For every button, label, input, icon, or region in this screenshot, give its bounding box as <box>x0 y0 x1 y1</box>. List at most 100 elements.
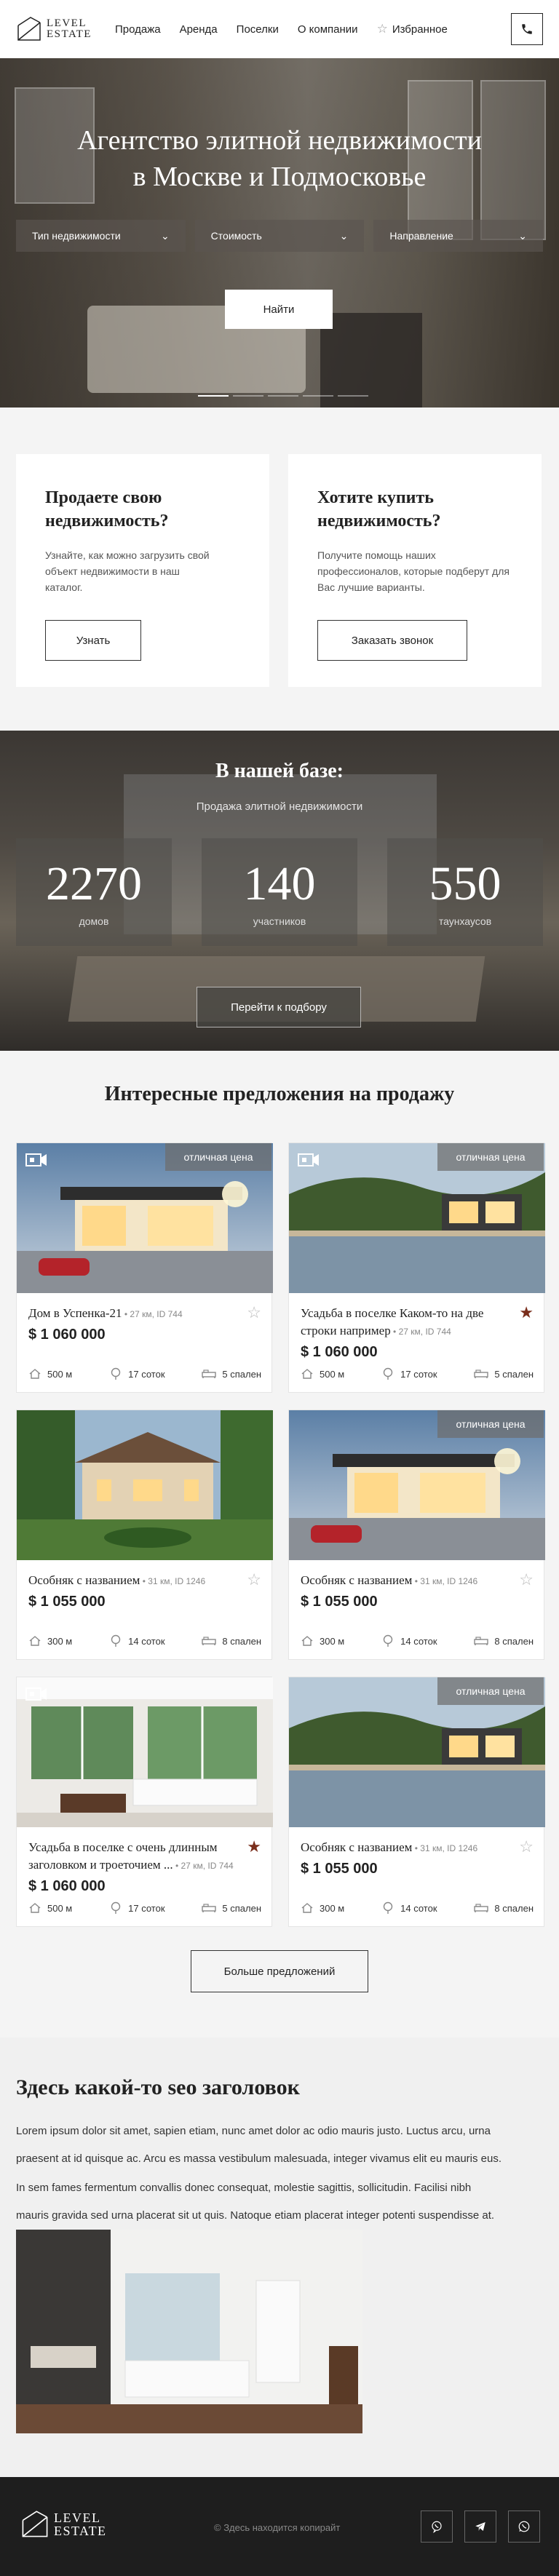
feature-value: 8 спален <box>494 1635 534 1647</box>
feature-area: 14 соток <box>109 1634 165 1647</box>
property-title[interactable]: Усадьба в поселке с очень длинным заголо… <box>28 1839 241 1875</box>
copyright: © Здесь находится копирайт <box>214 2522 341 2533</box>
phone-button[interactable] <box>511 13 543 45</box>
stat-number: 140 <box>243 857 316 910</box>
property-name: Особняк с названием <box>28 1573 140 1587</box>
tree-icon <box>111 1367 121 1380</box>
feature-value: 5 спален <box>494 1368 534 1380</box>
property-name: Дом в Успенка-21 <box>28 1306 122 1320</box>
star-filled-icon[interactable]: ★ <box>247 1839 261 1855</box>
footer-logo[interactable]: LEVEL ESTATE <box>20 2509 107 2540</box>
slider-dot[interactable] <box>303 395 333 397</box>
property-card[interactable]: отличная цена Усадьба в поселке Каком-то … <box>288 1142 545 1393</box>
slider-dot[interactable] <box>268 395 298 397</box>
filter-property-type[interactable]: Тип недвижимости ⌄ <box>16 220 186 252</box>
seo-p2-line2: mauris gravida sed urna placerat sit ut … <box>16 2209 495 2222</box>
star-outline-icon[interactable]: ☆ <box>519 1572 534 1588</box>
slider-dot[interactable] <box>338 395 368 397</box>
filter-direction[interactable]: Направление ⌄ <box>373 220 544 252</box>
site-header: LEVEL ESTATE Продажа Аренда Поселки О ко… <box>0 0 559 58</box>
house-icon <box>301 1369 313 1379</box>
property-card[interactable]: отличная цена Особняк с названием • 31 км… <box>288 1677 545 1927</box>
learn-button[interactable]: Узнать <box>45 620 141 661</box>
feature-value: 8 спален <box>222 1635 261 1647</box>
star-outline-icon[interactable]: ☆ <box>247 1305 261 1321</box>
seo-title: Здесь какой-то seo заголовок <box>16 2075 300 2099</box>
property-card[interactable]: Особняк с названием • 31 км, ID 1246 ☆ $ 1… <box>16 1410 273 1660</box>
property-features: 300 м 14 соток 8 спален <box>301 1634 534 1647</box>
sell-title-line2: недвижимость? <box>45 512 169 530</box>
feature-area: 14 соток <box>381 1634 437 1647</box>
feature-value: 5 спален <box>222 1368 261 1380</box>
property-card[interactable]: Усадьба в поселке с очень длинным заголо… <box>16 1677 273 1927</box>
filter-label: Стоимость <box>210 230 262 242</box>
favorites-link[interactable]: ☆ Избранное <box>377 22 448 36</box>
property-features: 500 м 17 соток 5 спален <box>28 1901 261 1915</box>
property-card[interactable]: отличная цена Особняк с названием • 31 км… <box>288 1410 545 1660</box>
whatsapp-button[interactable] <box>508 2511 540 2543</box>
stat-number: 2270 <box>46 857 142 910</box>
star-outline-icon[interactable]: ☆ <box>519 1839 534 1855</box>
feature-area: 17 соток <box>381 1367 437 1380</box>
feature-bedrooms: 5 спален <box>202 1901 261 1915</box>
chevron-down-icon: ⌄ <box>339 229 349 242</box>
star-outline-icon: ☆ <box>376 22 388 36</box>
stat-houses: 2270 домов <box>16 838 172 946</box>
chevron-down-icon: ⌄ <box>160 229 170 242</box>
property-title[interactable]: Усадьба в поселке Каком-то на две строки… <box>301 1305 513 1340</box>
nav-item-about[interactable]: О компании <box>298 23 358 36</box>
star-filled-icon[interactable]: ★ <box>519 1305 534 1321</box>
seo-p1-line2: praesent at id quisque ac. Arcu es massa… <box>16 2152 502 2165</box>
logo-text-line2: ESTATE <box>47 28 92 40</box>
nav-item-villages[interactable]: Поселки <box>237 23 279 36</box>
nav-item-rent[interactable]: Аренда <box>180 23 218 36</box>
property-photo[interactable] <box>17 1677 273 1827</box>
slider-dot[interactable] <box>233 395 263 397</box>
seo-section: Здесь какой-то seo заголовок Lorem ipsum… <box>0 2038 559 2477</box>
telegram-icon <box>475 2522 485 2531</box>
video-camera-icon <box>298 1153 319 1166</box>
property-features: 300 м 14 соток 8 спален <box>301 1901 534 1915</box>
viber-button[interactable] <box>421 2511 453 2543</box>
favorites-label: Избранное <box>392 23 448 36</box>
property-title[interactable]: Особняк с названием • 31 км, ID 1246 <box>301 1572 513 1590</box>
feature-value: 300 м <box>47 1635 73 1647</box>
phone-icon <box>522 24 532 34</box>
property-title[interactable]: Дом в Успенка-21 • 27 км, ID 744 <box>28 1305 241 1323</box>
seo-p1-line1: Lorem ipsum dolor sit amet, sapien etiam… <box>16 2125 491 2137</box>
hero-title-line2: в Москве и Подмосковье <box>132 162 427 192</box>
filter-label: Направление <box>389 230 453 242</box>
feature-area: 17 соток <box>109 1901 165 1915</box>
feature-distance: 300 м <box>28 1634 72 1647</box>
property-meta: • 27 км, ID 744 <box>122 1309 183 1319</box>
feature-area: 14 соток <box>381 1901 437 1915</box>
feature-area: 17 соток <box>109 1367 165 1380</box>
find-button[interactable]: Найти <box>225 290 333 329</box>
property-title[interactable]: Особняк с названием • 31 км, ID 1246 <box>301 1839 513 1857</box>
slider-dot[interactable] <box>198 395 229 397</box>
stat-label: таунхаусов <box>438 915 492 927</box>
nav-item-sale[interactable]: Продажа <box>115 23 161 36</box>
more-offers-button[interactable]: Больше предложений <box>191 1950 368 1992</box>
logo-text-line1: LEVEL <box>47 17 87 29</box>
property-card[interactable]: отличная цена Дом в Успенка-21 • 27 км, I… <box>16 1142 273 1393</box>
hero-title-line1: Агентство элитной недвижимости <box>77 125 482 156</box>
filter-price[interactable]: Стоимость ⌄ <box>194 220 365 252</box>
telegram-button[interactable] <box>464 2511 496 2543</box>
hero-title: Агентство элитной недвижимости в Москве … <box>0 122 559 195</box>
property-price: $ 1 060 000 <box>28 1327 106 1343</box>
property-features: 300 м 14 соток 8 спален <box>28 1634 261 1647</box>
bed-icon <box>474 1637 489 1645</box>
stat-participants: 140 участников <box>202 838 357 946</box>
slider-dots <box>198 395 368 397</box>
star-outline-icon[interactable]: ☆ <box>247 1572 261 1588</box>
property-title[interactable]: Особняк с названием • 31 км, ID 1246 <box>28 1572 241 1590</box>
logo[interactable]: LEVEL ESTATE <box>16 15 92 43</box>
buy-card: Хотите купить недвижимость? Получите пом… <box>288 454 542 687</box>
order-call-button[interactable]: Заказать звонок <box>317 620 467 661</box>
feature-value: 17 соток <box>128 1368 165 1380</box>
feature-distance: 300 м <box>301 1901 344 1915</box>
feature-bedrooms: 8 спален <box>202 1634 261 1647</box>
property-photo[interactable] <box>17 1410 273 1560</box>
go-to-selection-button[interactable]: Перейти к подбору <box>197 987 361 1027</box>
